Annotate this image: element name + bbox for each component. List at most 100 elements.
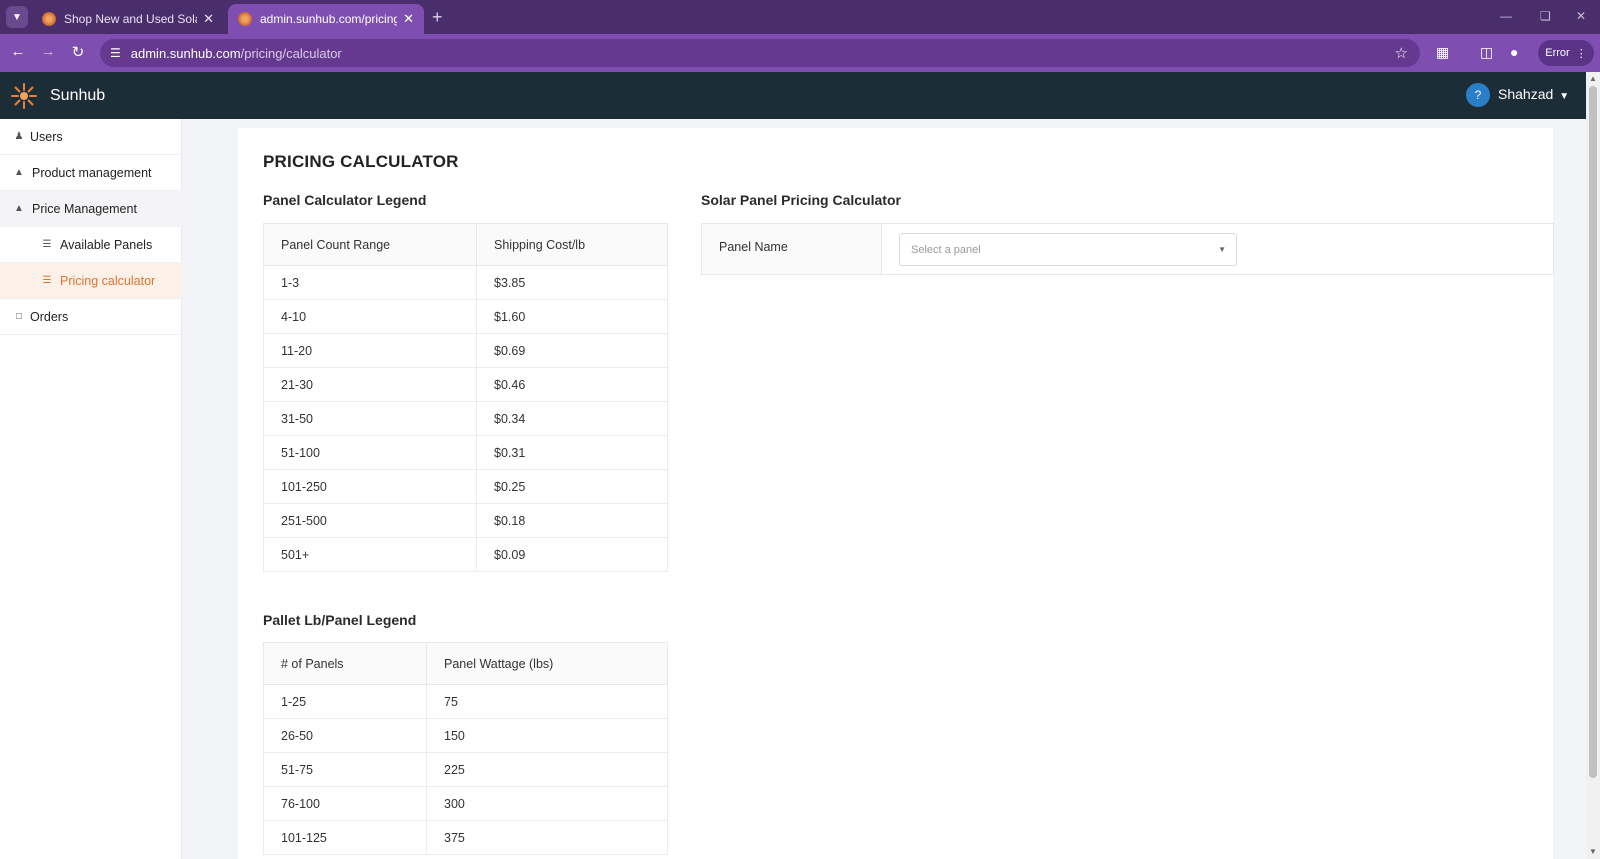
sunhub-favicon-icon xyxy=(42,12,56,26)
sidebar-item-price-management[interactable]: ▲ Price Management xyxy=(0,191,182,227)
restore-icon[interactable]: ❏ xyxy=(1540,9,1551,23)
url-path: /pricing/calculator xyxy=(240,45,342,61)
table-cell: $3.85 xyxy=(476,265,668,300)
table-cell: 300 xyxy=(426,786,668,821)
page-title: PRICING CALCULATOR xyxy=(263,152,459,171)
minimize-icon[interactable]: — xyxy=(1500,9,1512,23)
user-name: Shahzad xyxy=(1498,86,1554,102)
caret-down-icon: ▼ xyxy=(1218,245,1226,254)
table-row: 4-10 $1.60 xyxy=(263,299,668,334)
reload-icon[interactable]: ↻ xyxy=(68,43,88,61)
sidebar-item-label: Available Panels xyxy=(60,237,153,252)
url-host: admin.sunhub.com xyxy=(130,45,241,61)
browser-tab-bar: ▼ Shop New and Used Solar Pane ✕ admin.s… xyxy=(0,0,1600,34)
profile-icon[interactable]: ● xyxy=(1510,44,1518,60)
pallet-legend-title: Pallet Lb/Panel Legend xyxy=(263,612,417,628)
sidebar-item-users[interactable]: ♟ Users xyxy=(0,119,182,155)
back-arrow-icon[interactable]: ← xyxy=(8,43,28,60)
sunhub-logo-icon xyxy=(11,83,37,109)
table-cell: 21-30 xyxy=(263,367,477,402)
scroll-up-icon[interactable]: ▲ xyxy=(1589,74,1597,83)
table-cell: 51-75 xyxy=(263,752,427,787)
pricing-calculator-card: PRICING CALCULATOR Panel Calculator Lege… xyxy=(238,128,1554,859)
scroll-down-icon[interactable]: ▼ xyxy=(1589,847,1597,856)
sunhub-favicon-icon xyxy=(238,12,252,26)
help-label: ? xyxy=(1474,88,1482,102)
boxes-icon: ▲ xyxy=(14,167,24,178)
calculator-title: Solar Panel Pricing Calculator xyxy=(701,192,901,208)
sidebar-item-orders[interactable]: □ Orders xyxy=(0,299,182,335)
tab-search-chevron-icon[interactable]: ▼ xyxy=(6,6,28,28)
sidebar-item-label: Product management xyxy=(32,165,152,180)
sidebar-item-pricing-calculator[interactable]: ☰ Pricing calculator xyxy=(0,263,182,299)
table-header: Panel Count Range xyxy=(263,223,477,266)
page-scrollbar[interactable]: ▲ ▼ xyxy=(1586,72,1600,859)
table-cell: 4-10 xyxy=(263,299,477,334)
table-row: 31-50 $0.34 xyxy=(263,401,668,436)
panel-legend-table: Panel Count Range Shipping Cost/lb 1-3 $3… xyxy=(263,223,668,572)
more-menu-icon: ⋮ xyxy=(1575,47,1587,60)
table-cell: $1.60 xyxy=(476,299,668,334)
pallet-legend-table: # of Panels Panel Wattage (lbs) 1-25 75 2… xyxy=(263,642,668,855)
table-header: Panel Wattage (lbs) xyxy=(426,642,668,685)
list-icon: ☰ xyxy=(42,275,52,286)
url-input[interactable]: ☰ admin.sunhub.com/pricing/calculator ☆ xyxy=(100,39,1420,67)
brand-name: Sunhub xyxy=(50,87,106,104)
window-close-icon[interactable]: ✕ xyxy=(1576,9,1586,23)
table-header: # of Panels xyxy=(263,642,427,685)
table-cell: 75 xyxy=(426,684,668,719)
chevron-down-icon: ▼ xyxy=(1559,91,1570,102)
table-row: 251-500 $0.18 xyxy=(263,503,668,538)
table-row: 21-30 $0.46 xyxy=(263,367,668,402)
table-row: 501+ $0.09 xyxy=(263,537,668,572)
table-row: 76-100 300 xyxy=(263,786,668,821)
table-row: 51-75 225 xyxy=(263,752,668,787)
bookmark-star-icon[interactable]: ☆ xyxy=(1395,44,1408,62)
browser-tab-admin[interactable]: admin.sunhub.com/pricing/calc ✕ xyxy=(228,4,424,34)
table-cell: 375 xyxy=(426,820,668,855)
table-cell: 51-100 xyxy=(263,435,477,470)
table-row: 1-3 $3.85 xyxy=(263,265,668,300)
clipboard-icon: □ xyxy=(15,311,23,322)
table-cell: 26-50 xyxy=(263,718,427,753)
sidebar: ♟ Users ▲ Product management ▲ Price Man… xyxy=(0,119,182,859)
browser-address-bar: ← → ↻ ☰ admin.sunhub.com/pricing/calcula… xyxy=(0,34,1600,72)
table-cell: 1-25 xyxy=(263,684,427,719)
scrollbar-thumb[interactable] xyxy=(1589,86,1597,778)
panel-select[interactable]: Select a panel ▼ xyxy=(899,233,1237,266)
table-row: 101-250 $0.25 xyxy=(263,469,668,504)
table-cell: $0.34 xyxy=(476,401,668,436)
tab-title: Shop New and Used Solar Pane xyxy=(64,12,197,26)
error-label: Error xyxy=(1545,47,1570,59)
sidebar-item-label: Users xyxy=(30,129,63,144)
sidebar-item-product-management[interactable]: ▲ Product management xyxy=(0,155,182,191)
table-cell: 501+ xyxy=(263,537,477,572)
table-row: 11-20 $0.69 xyxy=(263,333,668,368)
close-tab-icon[interactable]: ✕ xyxy=(203,11,214,27)
boxes-icon: ▲ xyxy=(14,203,24,214)
table-row: 101-125 375 xyxy=(263,820,668,855)
forward-arrow-icon[interactable]: → xyxy=(38,43,58,60)
side-panel-icon[interactable]: ◫ xyxy=(1480,44,1493,61)
users-icon: ♟ xyxy=(14,131,24,142)
extensions-icon[interactable]: ▦ xyxy=(1436,44,1449,61)
table-cell: 225 xyxy=(426,752,668,787)
panel-name-label: Panel Name xyxy=(702,224,882,274)
new-tab-plus-icon[interactable]: + xyxy=(432,7,443,28)
sidebar-item-label: Price Management xyxy=(32,201,137,216)
app-header: Sunhub ? Shahzad ▼ xyxy=(0,72,1586,119)
sidebar-item-available-panels[interactable]: ☰ Available Panels xyxy=(0,227,182,263)
user-menu[interactable]: Shahzad ▼ xyxy=(1498,86,1569,102)
help-icon[interactable]: ? xyxy=(1466,83,1490,107)
table-row: 1-25 75 xyxy=(263,684,668,719)
close-tab-icon[interactable]: ✕ xyxy=(403,11,414,27)
browser-tab-shop[interactable]: Shop New and Used Solar Pane ✕ xyxy=(32,4,224,34)
table-cell: $0.18 xyxy=(476,503,668,538)
panel-select-placeholder: Select a panel xyxy=(911,243,981,256)
table-cell: $0.46 xyxy=(476,367,668,402)
table-cell: 31-50 xyxy=(263,401,477,436)
error-button[interactable]: Error ⋮ xyxy=(1538,40,1594,66)
table-cell: $0.25 xyxy=(476,469,668,504)
table-cell: 1-3 xyxy=(263,265,477,300)
site-settings-icon[interactable]: ☰ xyxy=(110,46,121,60)
